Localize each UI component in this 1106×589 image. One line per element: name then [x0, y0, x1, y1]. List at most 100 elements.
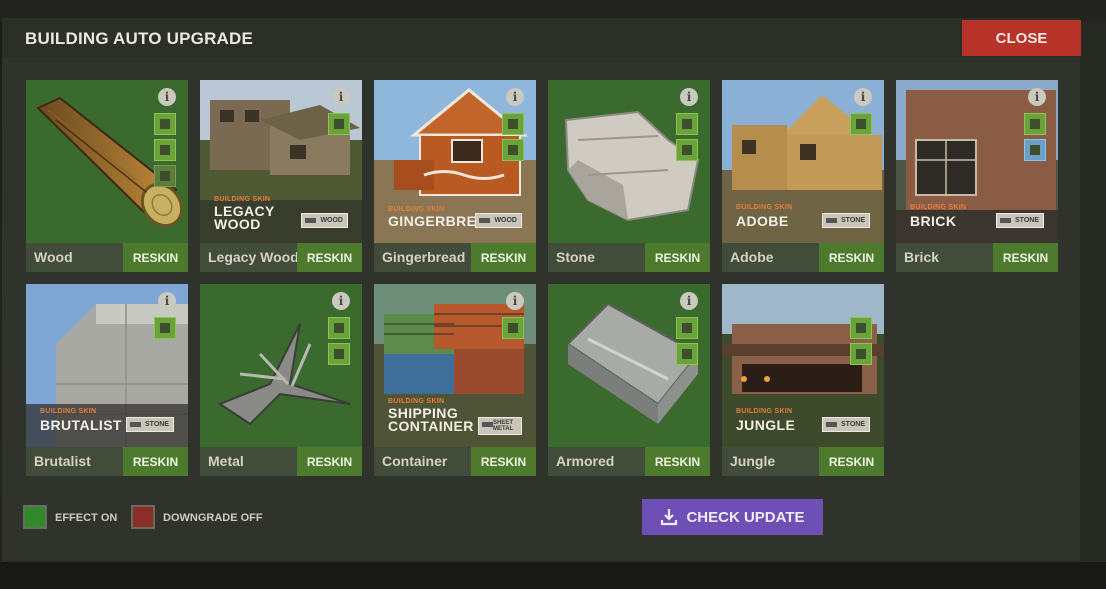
building-skin-tag: BUILDING SKIN — [40, 408, 97, 415]
skin-option-icon[interactable] — [154, 139, 176, 161]
card-footer: Stone RESKIN — [548, 243, 710, 272]
background-right-panel — [1080, 22, 1106, 561]
info-icon[interactable]: i — [680, 292, 698, 310]
info-icon[interactable]: i — [332, 292, 350, 310]
reskin-button[interactable]: RESKIN — [819, 447, 884, 476]
info-icon[interactable]: i — [332, 88, 350, 106]
skin-option-icon[interactable] — [850, 113, 872, 135]
info-icon[interactable]: i — [680, 88, 698, 106]
skin-option-icon[interactable] — [154, 317, 176, 339]
reskin-button[interactable]: RESKIN — [819, 243, 884, 272]
background-hotbar — [0, 561, 1106, 589]
effect-toggle[interactable] — [23, 505, 47, 529]
card-footer: Container RESKIN — [374, 447, 536, 476]
card-footer: Metal RESKIN — [200, 447, 362, 476]
card-armored[interactable]: i Armored RESKIN — [548, 284, 710, 476]
close-button[interactable]: CLOSE — [962, 20, 1081, 56]
material-tag: SHEET METAL — [478, 417, 522, 435]
building-skin-tag: BUILDING SKIN — [910, 204, 967, 211]
card-name: Legacy Wood — [208, 249, 299, 265]
building-skin-tag: BUILDING SKIN — [736, 204, 793, 211]
card-name: Stone — [556, 249, 595, 265]
skin-option-icon[interactable] — [1024, 113, 1046, 135]
building-skin-tag: BUILDING SKIN — [214, 196, 271, 203]
skin-option-icon[interactable] — [328, 317, 350, 339]
skin-option-icon[interactable] — [328, 343, 350, 365]
skin-option-icon[interactable] — [676, 113, 698, 135]
card-wood[interactable]: i Wood RESKIN — [26, 80, 188, 272]
card-name: Jungle — [730, 453, 776, 469]
reskin-button[interactable]: RESKIN — [471, 447, 536, 476]
skin-option-icon[interactable] — [502, 113, 524, 135]
info-icon[interactable]: i — [854, 88, 872, 106]
info-icon[interactable]: i — [1028, 88, 1046, 106]
reskin-button[interactable]: RESKIN — [297, 447, 362, 476]
card-footer: Gingerbread RESKIN — [374, 243, 536, 272]
card-name: Metal — [208, 453, 244, 469]
skin-option-icon[interactable] — [1024, 139, 1046, 161]
skin-name: BRUTALIST — [40, 417, 122, 433]
card-jungle[interactable]: BUILDING SKIN JUNGLE STONE Jungle RESKIN — [722, 284, 884, 476]
material-tag: WOOD — [475, 213, 522, 228]
reskin-button[interactable]: RESKIN — [123, 243, 188, 272]
card-name: Gingerbread — [382, 249, 466, 265]
building-skin-tag: BUILDING SKIN — [736, 408, 793, 415]
downgrade-toggle[interactable] — [131, 505, 155, 529]
card-adobe[interactable]: i BUILDING SKIN ADOBE STONE Adobe RESKIN — [722, 80, 884, 272]
card-legacy-wood[interactable]: i BUILDING SKIN LEGACY WOOD WOOD Legacy … — [200, 80, 362, 272]
check-update-button[interactable]: CHECK UPDATE — [642, 499, 823, 535]
card-name: Brutalist — [34, 453, 91, 469]
info-icon[interactable]: i — [158, 88, 176, 106]
material-tag: STONE — [822, 417, 870, 432]
skin-option-icon[interactable] — [850, 343, 872, 365]
reskin-button[interactable]: RESKIN — [297, 243, 362, 272]
skin-option-icon[interactable] — [328, 113, 350, 135]
card-footer: Armored RESKIN — [548, 447, 710, 476]
card-gingerbread[interactable]: i BUILDING SKIN GINGERBREAD WOOD Gingerb… — [374, 80, 536, 272]
card-name: Armored — [556, 453, 615, 469]
info-icon[interactable]: i — [158, 292, 176, 310]
info-icon[interactable]: i — [506, 292, 524, 310]
card-name: Container — [382, 453, 448, 469]
skin-option-icon[interactable] — [154, 113, 176, 135]
card-container[interactable]: i BUILDING SKIN SHIPPING CONTAINER SHEET… — [374, 284, 536, 476]
skin-option-icon[interactable] — [502, 139, 524, 161]
material-tag: WOOD — [301, 213, 348, 228]
skin-name: BRICK — [910, 213, 957, 229]
panel-title: BUILDING AUTO UPGRADE — [25, 29, 254, 48]
skin-option-icon[interactable] — [154, 165, 176, 187]
reskin-button[interactable]: RESKIN — [993, 243, 1058, 272]
card-brick[interactable]: i BUILDING SKIN BRICK STONE Brick RESKIN — [896, 80, 1058, 272]
skin-option-icon[interactable] — [676, 343, 698, 365]
reskin-button[interactable]: RESKIN — [123, 447, 188, 476]
card-metal[interactable]: i Metal RESKIN — [200, 284, 362, 476]
skin-name: ADOBE — [736, 213, 789, 229]
card-footer: Wood RESKIN — [26, 243, 188, 272]
material-tag: STONE — [822, 213, 870, 228]
check-update-label: CHECK UPDATE — [686, 508, 805, 526]
reskin-button[interactable]: RESKIN — [645, 447, 710, 476]
card-brutalist[interactable]: i BUILDING SKIN BRUTALIST STONE Brutalis… — [26, 284, 188, 476]
effect-label: EFFECT ON — [55, 512, 118, 524]
skin-option-icon[interactable] — [850, 317, 872, 339]
info-icon[interactable]: i — [506, 88, 524, 106]
skin-name: JUNGLE — [736, 417, 796, 433]
building-skin-tag: BUILDING SKIN — [388, 206, 445, 213]
card-name: Wood — [34, 249, 73, 265]
card-footer: Jungle RESKIN — [722, 447, 884, 476]
skin-name: LEGACY WOOD — [214, 203, 275, 232]
skin-option-icon[interactable] — [676, 317, 698, 339]
card-name: Adobe — [730, 249, 774, 265]
building-skin-tag: BUILDING SKIN — [388, 398, 445, 405]
card-footer: Legacy Wood RESKIN — [200, 243, 362, 272]
card-name: Brick — [904, 249, 940, 265]
card-footer: Adobe RESKIN — [722, 243, 884, 272]
panel-header: BUILDING AUTO UPGRADE CLOSE — [2, 18, 1081, 58]
card-stone[interactable]: i Stone RESKIN — [548, 80, 710, 272]
downgrade-label: DOWNGRADE OFF — [163, 512, 263, 524]
skin-option-icon[interactable] — [502, 317, 524, 339]
download-icon — [661, 509, 678, 526]
reskin-button[interactable]: RESKIN — [471, 243, 536, 272]
reskin-button[interactable]: RESKIN — [645, 243, 710, 272]
skin-option-icon[interactable] — [676, 139, 698, 161]
